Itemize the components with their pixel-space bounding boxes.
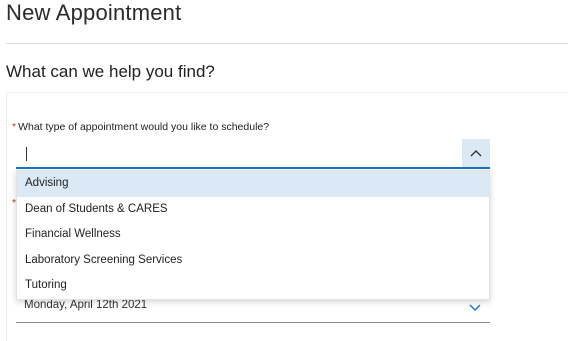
date-select[interactable]: Monday, April 12th 2021 xyxy=(16,297,490,323)
dropdown-option-tutoring[interactable]: Tutoring xyxy=(17,273,489,299)
combobox-toggle-button[interactable] xyxy=(462,139,490,167)
page-title: New Appointment xyxy=(6,0,182,25)
appointment-type-combobox[interactable] xyxy=(16,139,490,169)
dropdown-option-dean-of-students[interactable]: Dean of Students & CARES xyxy=(17,197,489,223)
required-marker: * xyxy=(12,121,17,133)
dropdown-option-financial-wellness[interactable]: Financial Wellness xyxy=(17,222,489,248)
text-cursor xyxy=(26,147,27,161)
section-title: What can we help you find? xyxy=(6,62,215,81)
appointment-type-dropdown: Advising Dean of Students & CARES Financ… xyxy=(16,170,490,300)
date-value: Monday, April 12th 2021 xyxy=(24,299,148,311)
chevron-up-icon xyxy=(470,150,482,157)
appointment-type-label-text: What type of appointment would you like … xyxy=(18,121,270,133)
chevron-down-icon xyxy=(469,304,481,311)
dropdown-option-laboratory-screening[interactable]: Laboratory Screening Services xyxy=(17,248,489,274)
title-divider xyxy=(6,43,568,44)
appointment-type-label: * What type of appointment would you like… xyxy=(12,121,269,133)
dropdown-option-advising[interactable]: Advising xyxy=(17,171,489,197)
